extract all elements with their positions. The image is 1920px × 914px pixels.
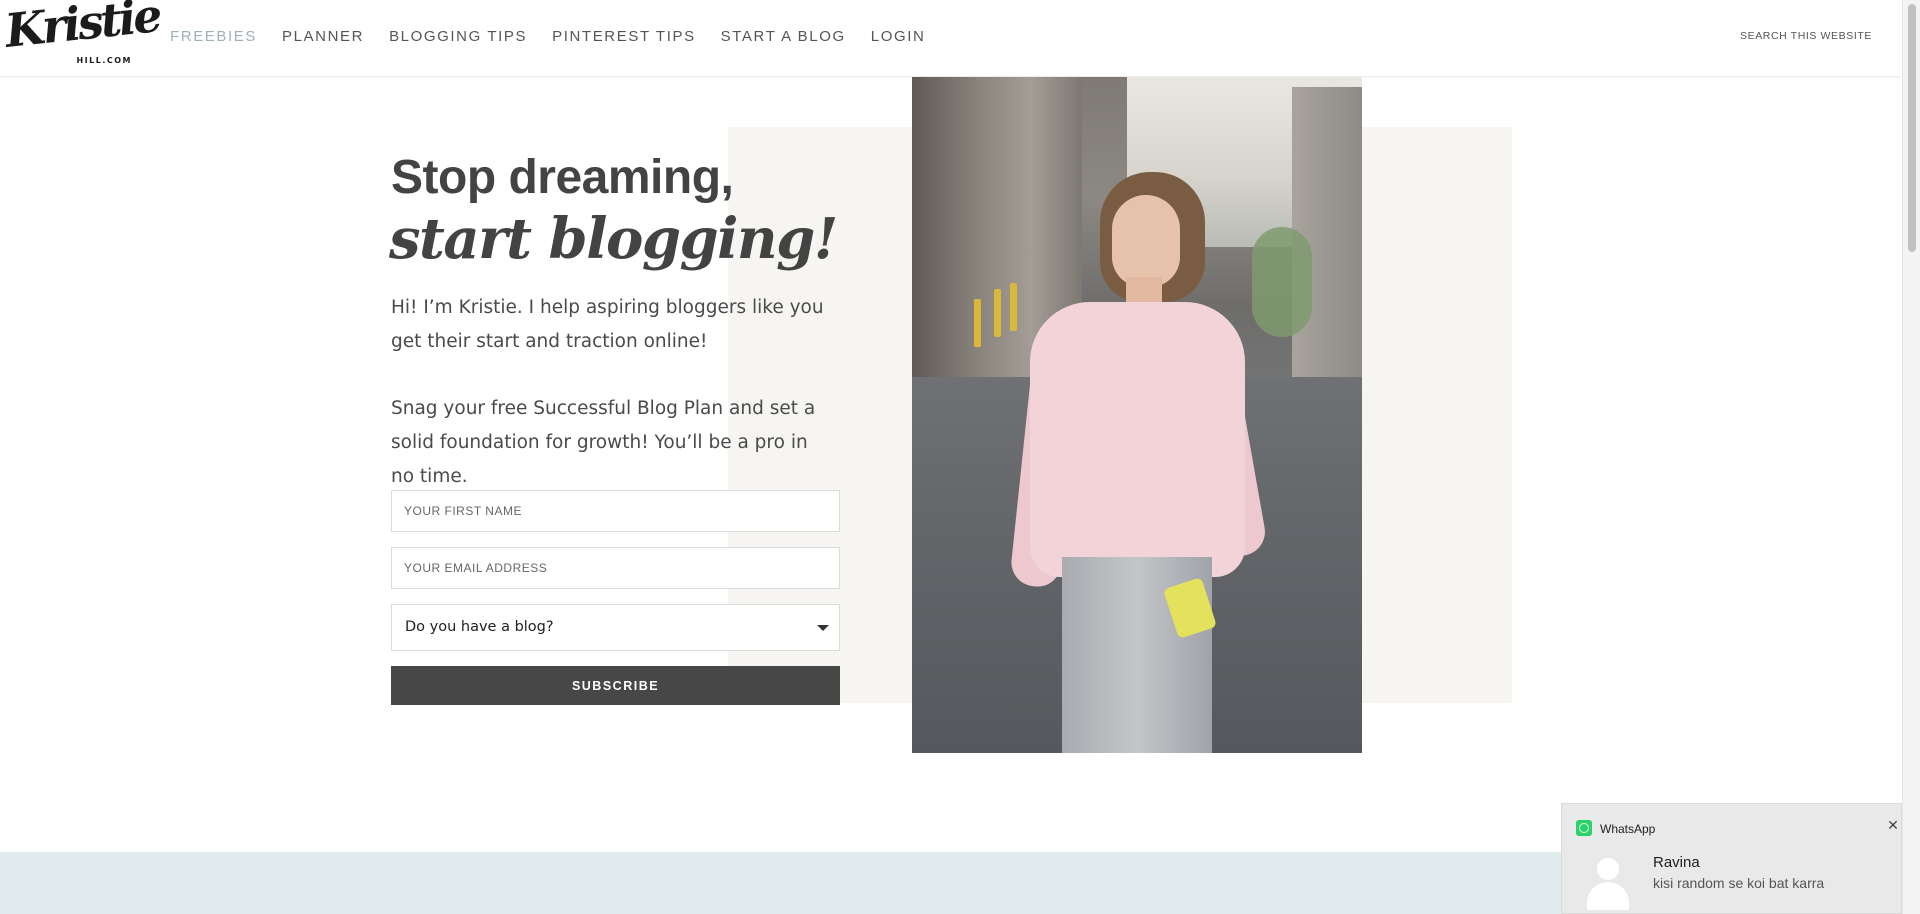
have-blog-select-value: Do you have a blog? bbox=[405, 619, 554, 635]
photo-bollard bbox=[974, 299, 981, 347]
close-icon[interactable]: ✕ bbox=[1886, 819, 1900, 833]
page-scrollbar[interactable] bbox=[1902, 0, 1920, 914]
subscribe-button[interactable]: SUBSCRIBE bbox=[391, 666, 840, 705]
chevron-down-icon bbox=[817, 625, 829, 631]
nav-item-login[interactable]: LOGIN bbox=[871, 28, 926, 45]
hero-cta-text: Snag your free Successful Blog Plan and … bbox=[391, 398, 816, 487]
notification-message: kisi random se koi bat karra bbox=[1653, 875, 1825, 891]
avatar-head bbox=[1597, 858, 1619, 880]
hero-intro-text: Hi! I’m Kristie. I help aspiring blogger… bbox=[391, 297, 824, 352]
avatar bbox=[1584, 854, 1632, 910]
nav-item-freebies[interactable]: FREEBIES bbox=[170, 28, 257, 45]
avatar-body bbox=[1587, 882, 1629, 910]
hero-title: Stop dreaming, bbox=[391, 151, 734, 204]
photo-person-face bbox=[1112, 195, 1180, 287]
whatsapp-notification[interactable]: WhatsApp ✕ Ravina kisi random se koi bat… bbox=[1561, 803, 1902, 914]
have-blog-select[interactable]: Do you have a blog? bbox=[391, 604, 840, 651]
whatsapp-icon bbox=[1576, 820, 1592, 836]
photo-bollard bbox=[1010, 283, 1017, 331]
photo-trees bbox=[1252, 227, 1312, 337]
photo-bollard bbox=[994, 289, 1001, 337]
email-field[interactable] bbox=[391, 547, 840, 589]
site-header: Kristie HILL.COM FREEBIES PLANNER BLOGGI… bbox=[0, 0, 1900, 77]
nav-item-planner[interactable]: PLANNER bbox=[282, 28, 364, 45]
notification-app-name: WhatsApp bbox=[1600, 822, 1656, 836]
scrollbar-thumb[interactable] bbox=[1908, 4, 1916, 252]
main-nav: FREEBIES PLANNER BLOGGING TIPS PINTEREST… bbox=[170, 0, 950, 72]
hero-subtitle: start blogging! bbox=[389, 206, 838, 272]
notification-sender: Ravina bbox=[1653, 854, 1700, 871]
nav-item-start-a-blog[interactable]: START A BLOG bbox=[721, 28, 846, 45]
site-logo[interactable]: Kristie HILL.COM bbox=[3, 0, 162, 68]
search-input[interactable] bbox=[1740, 22, 1880, 50]
first-name-field[interactable] bbox=[391, 490, 840, 532]
hero-photo bbox=[912, 77, 1362, 753]
nav-item-pinterest-tips[interactable]: PINTEREST TIPS bbox=[552, 28, 696, 45]
nav-item-blogging-tips[interactable]: BLOGGING TIPS bbox=[389, 28, 527, 45]
photo-person-shirt bbox=[1030, 302, 1245, 577]
logo-script: Kristie bbox=[2, 0, 162, 58]
logo-tagline: HILL.COM bbox=[76, 56, 132, 65]
